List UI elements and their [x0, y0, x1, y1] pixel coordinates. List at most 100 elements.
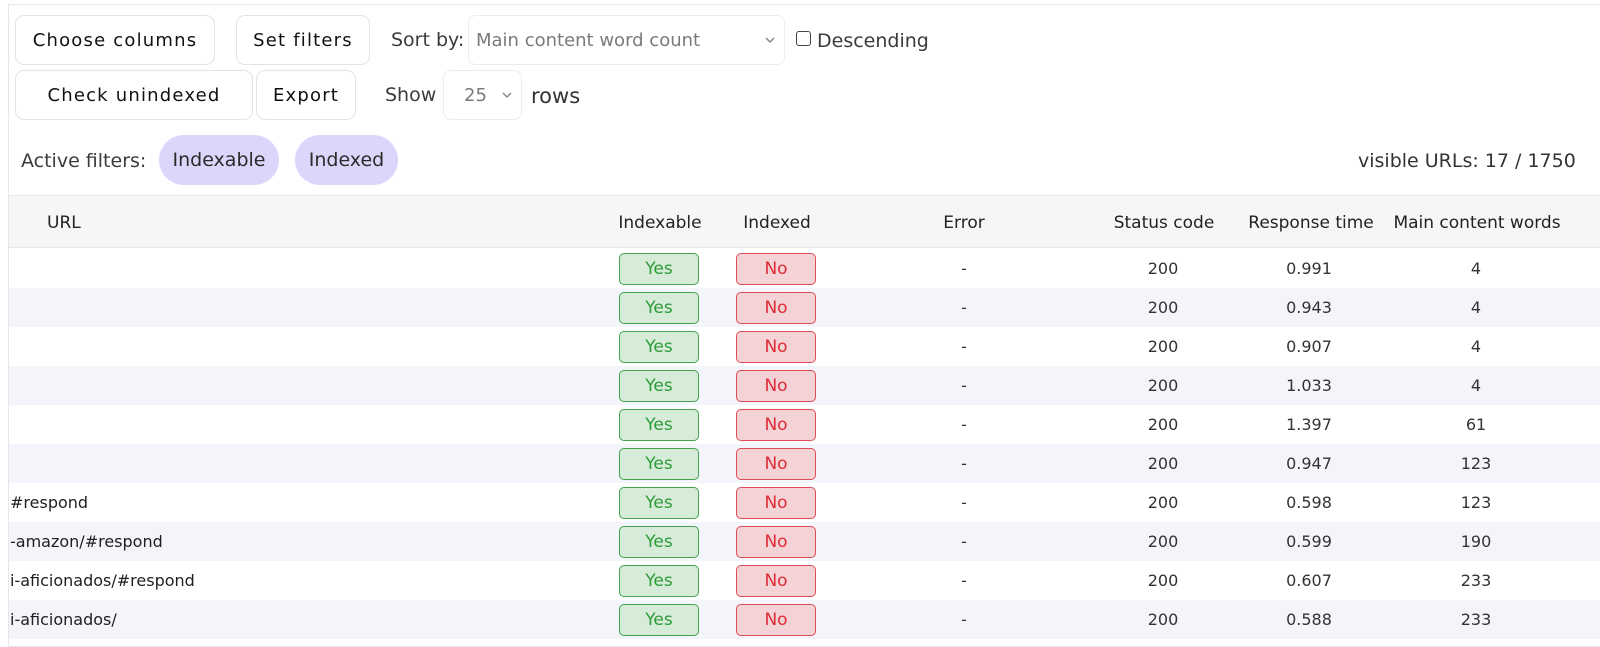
error-cell: -	[961, 610, 967, 629]
main-content-words-cell: 4	[1470, 337, 1482, 356]
response-time-cell: 0.943	[1286, 298, 1332, 317]
response-time-cell: 0.599	[1286, 532, 1332, 551]
table-row[interactable]: Yes No - 200 0.947 123	[9, 444, 1600, 483]
error-cell: -	[961, 532, 967, 551]
set-filters-button[interactable]: Set filters	[236, 15, 370, 65]
status-code-cell: 200	[1147, 454, 1179, 473]
choose-columns-button[interactable]: Choose columns	[15, 15, 215, 65]
column-header-indexed[interactable]: Indexed	[743, 196, 811, 249]
indexed-badge: No	[736, 253, 816, 285]
indexable-badge: Yes	[619, 331, 699, 363]
status-code-cell: 200	[1147, 610, 1179, 629]
main-content-words-cell: 61	[1465, 415, 1487, 434]
table-row[interactable]: -amazon/#respond Yes No - 200 0.599 190	[9, 522, 1600, 561]
status-code-cell: 200	[1147, 532, 1179, 551]
status-code-cell: 200	[1147, 259, 1179, 278]
filter-chip-indexable[interactable]: Indexable	[159, 135, 279, 185]
status-code-cell: 200	[1147, 376, 1179, 395]
main-content-words-cell: 4	[1470, 298, 1482, 317]
response-time-cell: 0.947	[1286, 454, 1332, 473]
column-header-status-code[interactable]: Status code	[1114, 196, 1215, 249]
indexable-badge: Yes	[619, 448, 699, 480]
error-cell: -	[961, 571, 967, 590]
error-cell: -	[961, 376, 967, 395]
error-cell: -	[961, 298, 967, 317]
error-cell: -	[961, 454, 967, 473]
table-body: Yes No - 200 0.991 4 Yes No - 200 0.943 …	[9, 249, 1600, 639]
table-row[interactable]: Yes No - 200 0.991 4	[9, 249, 1600, 288]
status-code-cell: 200	[1147, 493, 1179, 512]
response-time-cell: 0.607	[1286, 571, 1332, 590]
main-content-words-cell: 4	[1470, 376, 1482, 395]
error-cell: -	[961, 337, 967, 356]
table-row[interactable]: Yes No - 200 1.033 4	[9, 366, 1600, 405]
indexable-badge: Yes	[619, 370, 699, 402]
chevron-down-icon	[765, 37, 775, 44]
chevron-down-icon	[502, 92, 512, 99]
status-code-cell: 200	[1147, 571, 1179, 590]
table-row[interactable]: Yes No - 200 0.943 4	[9, 288, 1600, 327]
descending-label: Descending	[817, 30, 929, 52]
table-row[interactable]: #respond Yes No - 200 0.598 123	[9, 483, 1600, 522]
status-code-cell: 200	[1147, 415, 1179, 434]
error-cell: -	[961, 493, 967, 512]
table-row[interactable]: i-aficionados/#respond Yes No - 200 0.60…	[9, 561, 1600, 600]
sort-by-value: Main content word count	[476, 29, 701, 51]
table-row[interactable]: i-aficionados/ Yes No - 200 0.588 233	[9, 600, 1600, 639]
indexable-badge: Yes	[619, 565, 699, 597]
url-table-panel: Choose columns Set filters Sort by: Main…	[8, 4, 1600, 647]
indexable-badge: Yes	[619, 604, 699, 636]
response-time-cell: 1.397	[1286, 415, 1332, 434]
indexable-badge: Yes	[619, 526, 699, 558]
table-row[interactable]: Yes No - 200 0.907 4	[9, 327, 1600, 366]
column-header-indexable[interactable]: Indexable	[618, 196, 701, 249]
indexed-badge: No	[736, 565, 816, 597]
response-time-cell: 0.588	[1286, 610, 1332, 629]
indexed-badge: No	[736, 292, 816, 324]
table-row[interactable]: Yes No - 200 1.397 61	[9, 405, 1600, 444]
response-time-cell: 0.598	[1286, 493, 1332, 512]
indexable-badge: Yes	[619, 409, 699, 441]
error-cell: -	[961, 415, 967, 434]
column-header-url[interactable]: URL	[47, 196, 81, 249]
indexed-badge: No	[736, 487, 816, 519]
main-content-words-cell: 123	[1460, 454, 1492, 473]
main-content-words-cell: 4	[1470, 259, 1482, 278]
status-code-cell: 200	[1147, 337, 1179, 356]
descending-checkbox[interactable]	[796, 31, 811, 46]
url-cell[interactable]: i-aficionados/#respond	[10, 561, 195, 600]
indexed-badge: No	[736, 526, 816, 558]
main-content-words-cell: 233	[1460, 571, 1492, 590]
check-unindexed-button[interactable]: Check unindexed	[15, 70, 253, 120]
error-cell: -	[961, 259, 967, 278]
main-content-words-cell: 123	[1460, 493, 1492, 512]
sort-by-label: Sort by:	[391, 29, 465, 51]
rows-per-page-value: 25	[464, 84, 487, 106]
rows-label: rows	[531, 84, 581, 108]
column-header-response-time[interactable]: Response time	[1248, 196, 1373, 249]
url-cell[interactable]: -amazon/#respond	[10, 522, 163, 561]
main-content-words-cell: 233	[1460, 610, 1492, 629]
indexable-badge: Yes	[619, 253, 699, 285]
indexed-badge: No	[736, 604, 816, 636]
sort-by-select[interactable]: Main content word count	[468, 15, 785, 65]
rows-per-page-select[interactable]: 25	[443, 70, 522, 120]
indexed-badge: No	[736, 448, 816, 480]
response-time-cell: 1.033	[1286, 376, 1332, 395]
response-time-cell: 0.991	[1286, 259, 1332, 278]
url-cell[interactable]: i-aficionados/	[10, 600, 117, 639]
main-content-words-cell: 190	[1460, 532, 1492, 551]
indexed-badge: No	[736, 370, 816, 402]
filter-chip-indexed[interactable]: Indexed	[295, 135, 398, 185]
indexable-badge: Yes	[619, 487, 699, 519]
active-filters-label: Active filters:	[21, 150, 147, 172]
url-cell[interactable]: #respond	[10, 483, 88, 522]
response-time-cell: 0.907	[1286, 337, 1332, 356]
indexed-badge: No	[736, 409, 816, 441]
table-header: URL Indexable Indexed Error Status code …	[9, 195, 1600, 248]
export-button[interactable]: Export	[256, 70, 356, 120]
column-header-main-content-words[interactable]: Main content words	[1393, 196, 1560, 249]
status-code-cell: 200	[1147, 298, 1179, 317]
column-header-error[interactable]: Error	[943, 196, 984, 249]
indexable-badge: Yes	[619, 292, 699, 324]
